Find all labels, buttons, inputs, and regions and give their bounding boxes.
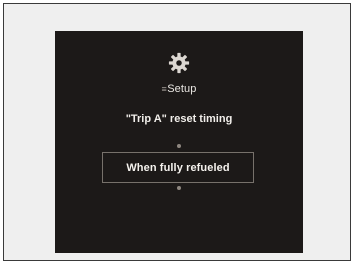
setting-title: "Trip A" reset timing bbox=[125, 113, 233, 125]
figure-frame: ≡Setup "Trip A" reset timing When fully … bbox=[3, 3, 351, 261]
gear-icon bbox=[168, 52, 190, 74]
breadcrumb: ≡Setup bbox=[55, 82, 303, 96]
selected-option[interactable]: When fully refueled bbox=[102, 152, 254, 183]
breadcrumb-label: Setup bbox=[167, 83, 197, 95]
display-screen: ≡Setup "Trip A" reset timing When fully … bbox=[55, 31, 303, 253]
up-arrow-icon[interactable] bbox=[177, 144, 181, 148]
menu-icon: ≡ bbox=[161, 84, 167, 94]
down-arrow-icon[interactable] bbox=[177, 186, 181, 190]
selected-option-label: When fully refueled bbox=[126, 161, 230, 174]
